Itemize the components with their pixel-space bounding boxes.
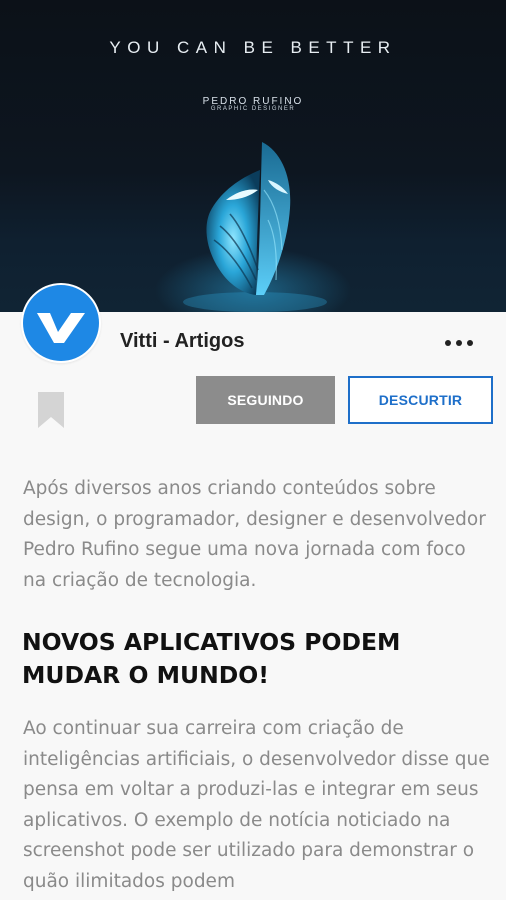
- channel-name[interactable]: Vitti - Artigos: [120, 330, 244, 353]
- butterfly-illustration: [183, 142, 327, 312]
- article-intro-paragraph: Após diversos anos criando conteúdos sob…: [23, 478, 486, 591]
- dislike-button[interactable]: DESCURTIR: [348, 376, 493, 424]
- vitti-logo-icon: [23, 285, 99, 361]
- article-body-paragraph: Ao continuar sua carreira com criação de…: [23, 718, 490, 892]
- cover-image: YOU CAN BE BETTER PEDRO RUFINO GRAPHIC D…: [0, 0, 506, 312]
- cover-author-role: GRAPHIC DESIGNER: [210, 106, 296, 112]
- article-heading: NOVOS APLICATIVOS PODEM MUDAR O MUNDO!: [22, 628, 401, 689]
- cover-title: YOU CAN BE BETTER: [109, 38, 397, 57]
- following-button[interactable]: SEGUINDO: [196, 376, 335, 424]
- channel-avatar[interactable]: [21, 283, 101, 363]
- more-horizontal-icon[interactable]: [443, 336, 475, 350]
- bookmark-icon[interactable]: [38, 392, 64, 428]
